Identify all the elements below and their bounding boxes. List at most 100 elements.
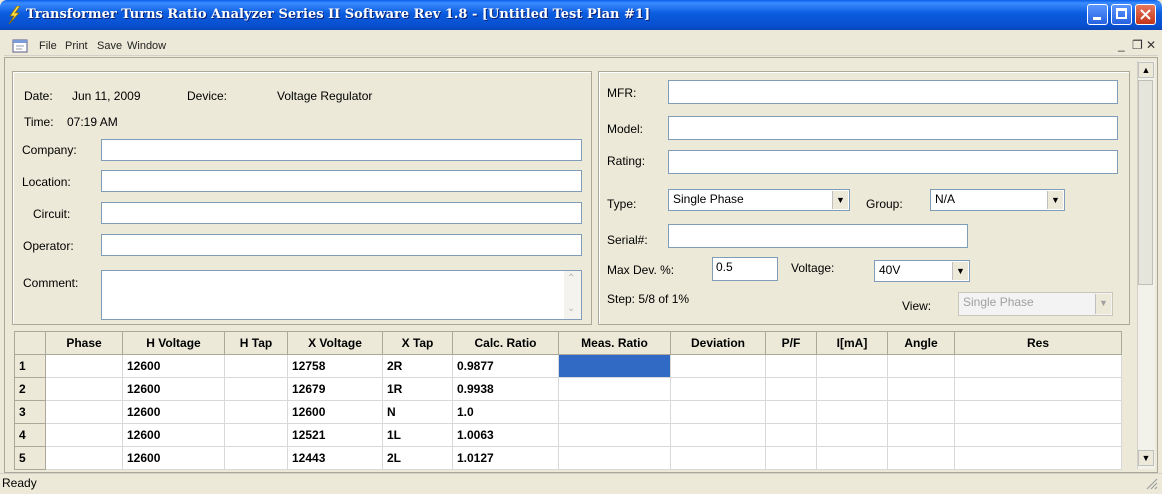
cell-angle[interactable] (887, 377, 955, 401)
cell-meas-ratio-selected[interactable] (558, 354, 671, 378)
rating-field[interactable] (668, 150, 1118, 174)
col-meas-ratio[interactable]: Meas. Ratio (558, 331, 671, 355)
cell-h-tap[interactable] (224, 377, 288, 401)
cell-res[interactable] (954, 446, 1122, 470)
col-h-tap[interactable]: H Tap (224, 331, 288, 355)
view-select[interactable]: Single Phase ▼ (958, 292, 1113, 316)
menu-window[interactable]: Window (127, 40, 166, 52)
cell-pf[interactable] (765, 446, 817, 470)
row-header[interactable]: 1 (14, 354, 46, 378)
close-button[interactable] (1135, 4, 1156, 25)
resize-grip-icon[interactable] (1144, 476, 1158, 490)
cell-x-tap[interactable]: 1R (382, 377, 453, 401)
chevron-down-icon[interactable]: ▼ (1047, 191, 1063, 209)
scroll-down-icon[interactable]: ⌄ (567, 303, 575, 314)
cell-pf[interactable] (765, 400, 817, 424)
col-x-voltage[interactable]: X Voltage (287, 331, 383, 355)
cell-angle[interactable] (887, 400, 955, 424)
type-select[interactable]: Single Phase ▼ (668, 189, 850, 211)
cell-h-tap[interactable] (224, 423, 288, 447)
cell-x-voltage[interactable]: 12521 (287, 423, 383, 447)
cell-h-voltage[interactable]: 12600 (122, 377, 225, 401)
cell-calc-ratio[interactable]: 1.0063 (452, 423, 559, 447)
cell-x-voltage[interactable]: 12679 (287, 377, 383, 401)
cell-h-tap[interactable] (224, 446, 288, 470)
chevron-down-icon[interactable]: ▼ (952, 262, 968, 280)
menu-file[interactable]: File (39, 40, 57, 52)
cell-res[interactable] (954, 377, 1122, 401)
cell-ima[interactable] (816, 423, 888, 447)
cell-meas-ratio[interactable] (558, 400, 671, 424)
cell-meas-ratio[interactable] (558, 446, 671, 470)
cell-deviation[interactable] (670, 377, 766, 401)
chevron-down-icon[interactable]: ▼ (832, 191, 848, 209)
menu-print[interactable]: Print (65, 40, 88, 52)
cell-res[interactable] (954, 354, 1122, 378)
cell-angle[interactable] (887, 446, 955, 470)
cell-deviation[interactable] (670, 446, 766, 470)
cell-deviation[interactable] (670, 423, 766, 447)
cell-x-tap[interactable]: 2L (382, 446, 453, 470)
cell-pf[interactable] (765, 377, 817, 401)
cell-x-tap[interactable]: 2R (382, 354, 453, 378)
col-h-voltage[interactable]: H Voltage (122, 331, 225, 355)
cell-calc-ratio[interactable]: 0.9877 (452, 354, 559, 378)
cell-h-voltage[interactable]: 12600 (122, 446, 225, 470)
table-row[interactable]: 4 12600 12521 1L 1.0063 (14, 423, 1122, 447)
location-field[interactable] (101, 170, 582, 192)
col-ima[interactable]: I[mA] (816, 331, 888, 355)
cell-x-voltage[interactable]: 12758 (287, 354, 383, 378)
cell-x-tap[interactable]: N (382, 400, 453, 424)
cell-deviation[interactable] (670, 400, 766, 424)
row-header[interactable]: 5 (14, 446, 46, 470)
table-row[interactable]: 2 12600 12679 1R 0.9938 (14, 377, 1122, 401)
row-header[interactable]: 2 (14, 377, 46, 401)
cell-res[interactable] (954, 423, 1122, 447)
cell-h-voltage[interactable]: 12600 (122, 354, 225, 378)
minimize-button[interactable] (1087, 4, 1108, 25)
cell-angle[interactable] (887, 423, 955, 447)
cell-res[interactable] (954, 400, 1122, 424)
document-icon[interactable] (12, 38, 30, 54)
row-header[interactable]: 4 (14, 423, 46, 447)
mfr-field[interactable] (668, 80, 1118, 104)
cell-phase[interactable] (45, 400, 123, 424)
cell-x-voltage[interactable]: 12443 (287, 446, 383, 470)
group-select[interactable]: N/A ▼ (930, 189, 1065, 211)
cell-pf[interactable] (765, 354, 817, 378)
cell-meas-ratio[interactable] (558, 423, 671, 447)
table-row[interactable]: 1 12600 12758 2R 0.9877 (14, 354, 1122, 378)
cell-calc-ratio[interactable]: 0.9938 (452, 377, 559, 401)
cell-x-voltage[interactable]: 12600 (287, 400, 383, 424)
cell-h-voltage[interactable]: 12600 (122, 423, 225, 447)
col-deviation[interactable]: Deviation (670, 331, 766, 355)
col-res[interactable]: Res (954, 331, 1122, 355)
circuit-field[interactable] (101, 202, 582, 224)
col-pf[interactable]: P/F (765, 331, 817, 355)
col-calc-ratio[interactable]: Calc. Ratio (452, 331, 559, 355)
cell-calc-ratio[interactable]: 1.0 (452, 400, 559, 424)
col-angle[interactable]: Angle (887, 331, 955, 355)
cell-deviation[interactable] (670, 354, 766, 378)
model-field[interactable] (668, 116, 1118, 140)
company-field[interactable] (101, 139, 582, 161)
row-header[interactable]: 3 (14, 400, 46, 424)
col-x-tap[interactable]: X Tap (382, 331, 453, 355)
cell-pf[interactable] (765, 423, 817, 447)
cell-phase[interactable] (45, 423, 123, 447)
mdi-minimize-icon[interactable]: _ (1118, 38, 1125, 52)
serial-field[interactable] (668, 224, 968, 248)
operator-field[interactable] (101, 234, 582, 256)
cell-phase[interactable] (45, 354, 123, 378)
cell-h-tap[interactable] (224, 400, 288, 424)
scrollbar-thumb[interactable] (1138, 80, 1153, 285)
cell-phase[interactable] (45, 377, 123, 401)
mdi-restore-icon[interactable]: ❐ (1132, 38, 1143, 52)
cell-h-voltage[interactable]: 12600 (122, 400, 225, 424)
cell-ima[interactable] (816, 446, 888, 470)
maxdev-field[interactable]: 0.5 (712, 257, 778, 281)
cell-h-tap[interactable] (224, 354, 288, 378)
table-row[interactable]: 3 12600 12600 N 1.0 (14, 400, 1122, 424)
chevron-down-icon[interactable]: ▼ (1095, 294, 1111, 314)
cell-ima[interactable] (816, 377, 888, 401)
